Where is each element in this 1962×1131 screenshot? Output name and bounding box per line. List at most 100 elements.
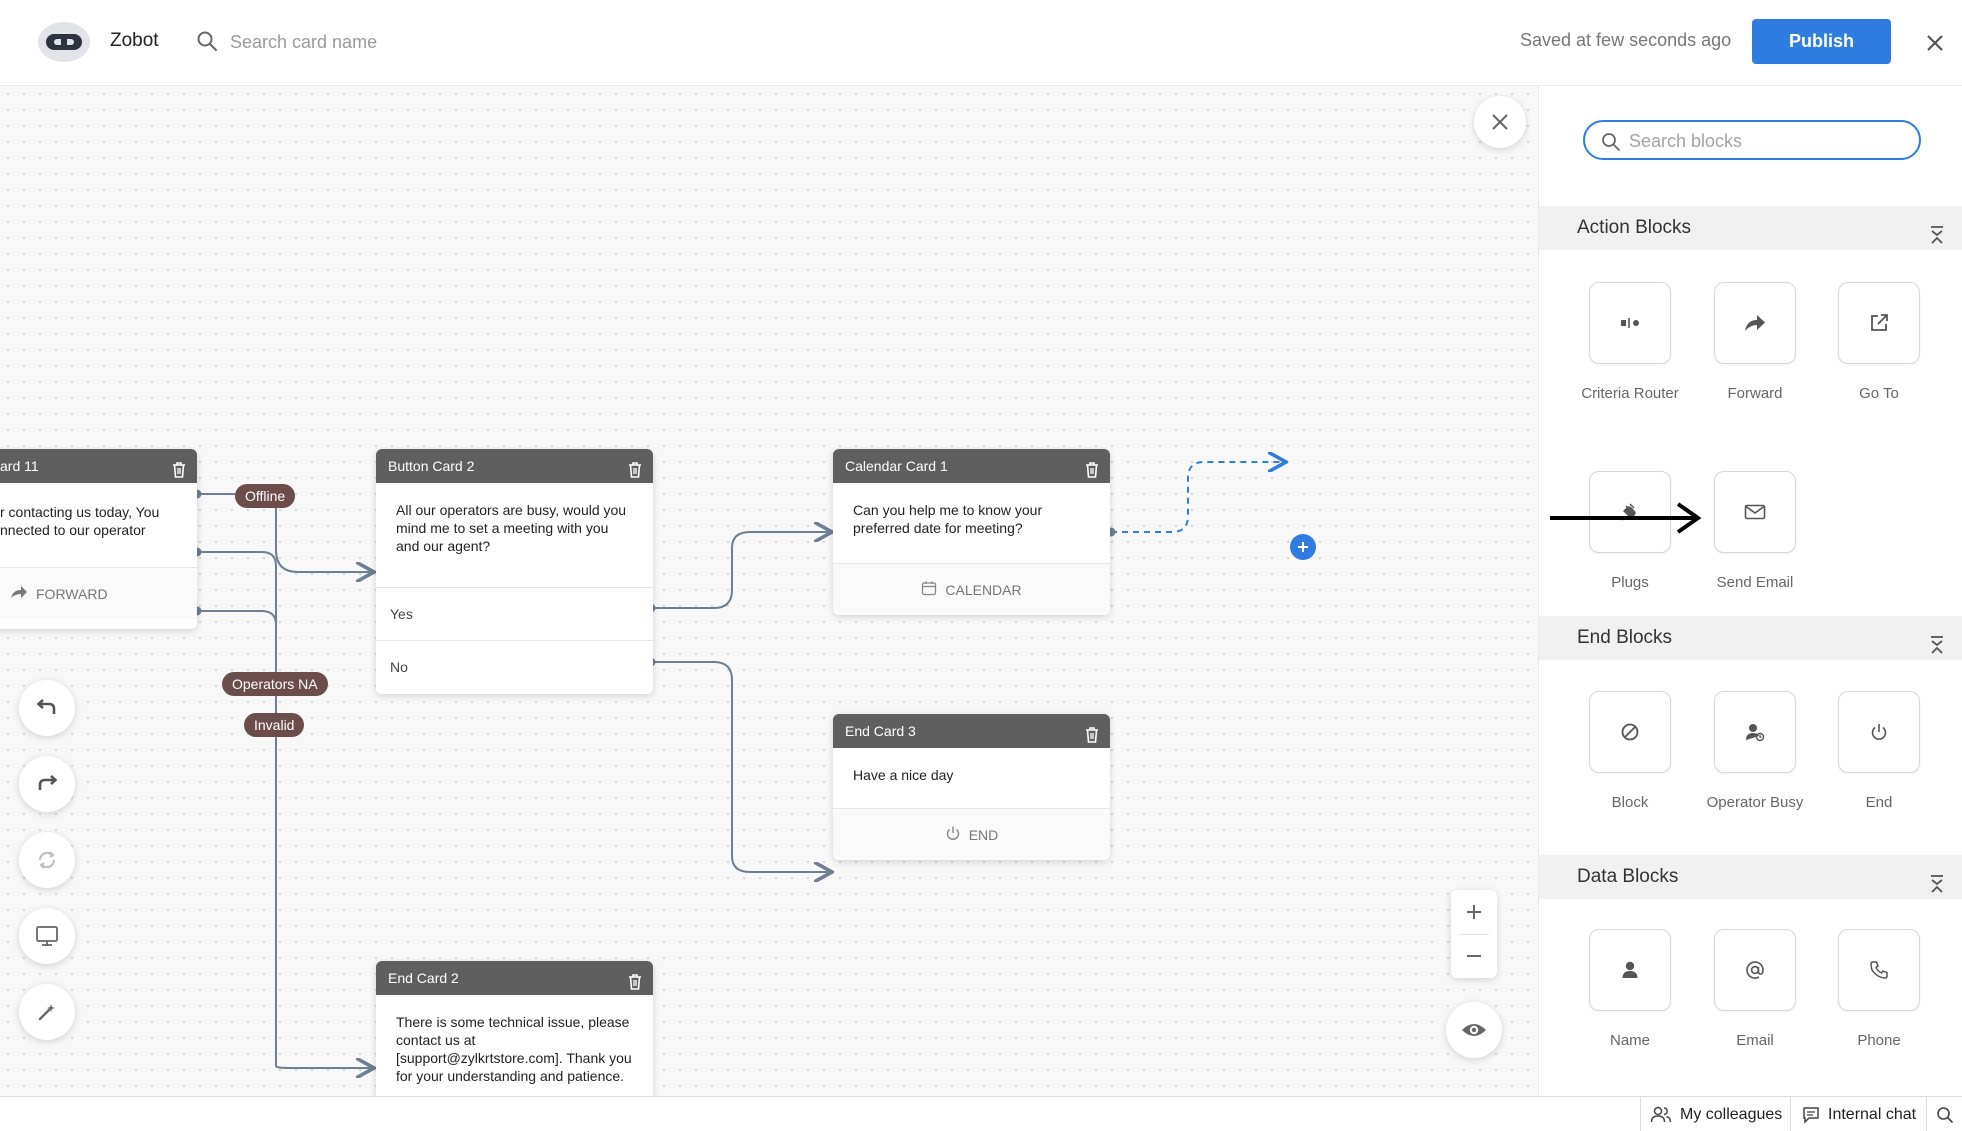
block-label: Forward <box>1727 385 1783 402</box>
trash-icon[interactable] <box>1084 722 1100 756</box>
connector-lines <box>192 86 1538 1096</box>
card-body: Have a nice day <box>853 767 954 783</box>
zoom-controls <box>1451 890 1497 978</box>
card-search[interactable] <box>196 26 516 58</box>
publish-button[interactable]: Publish <box>1752 19 1891 64</box>
block-label: Send Email <box>1716 574 1794 591</box>
divider <box>1926 1097 1927 1131</box>
ban-icon <box>1589 691 1671 773</box>
card-header: Button Card 2 <box>376 449 653 483</box>
block-operator-busy[interactable]: Operator Busy <box>1700 691 1810 812</box>
power-icon <box>945 825 961 844</box>
forward-icon <box>10 585 28 602</box>
collapse-icon[interactable] <box>1929 867 1945 911</box>
block-name[interactable]: Name <box>1575 929 1685 1050</box>
block-block[interactable]: Block <box>1575 691 1685 812</box>
zoom-out-button[interactable] <box>1451 934 1497 978</box>
app-name: Zobot <box>110 30 159 51</box>
trash-icon[interactable] <box>171 457 187 491</box>
card-footer-label: FORWARD <box>36 585 108 602</box>
annotation-arrow-icon <box>1550 502 1702 534</box>
trash-icon[interactable] <box>1084 457 1100 491</box>
calendar-card-1[interactable]: Calendar Card 1 Can you help me to know … <box>833 449 1110 615</box>
close-icon[interactable] <box>1920 28 1950 58</box>
block-label: Go To <box>1859 385 1899 402</box>
button-card-2[interactable]: Button Card 2 All our operators are busy… <box>376 449 653 694</box>
flow-canvas[interactable]: ard 11 r contacting us today, You nnecte… <box>0 86 1538 1096</box>
user-icon <box>1589 929 1671 1011</box>
preview-screen-button[interactable] <box>19 908 75 964</box>
minus-icon <box>1467 955 1481 957</box>
block-label: Phone <box>1857 1032 1901 1049</box>
card-header: End Card 3 <box>833 714 1110 748</box>
zobot-logo-icon <box>38 22 90 62</box>
block-send-email[interactable]: Send Email <box>1700 471 1810 592</box>
card-header: Calendar Card 1 <box>833 449 1110 483</box>
card-header: ard 11 <box>0 449 197 483</box>
refresh-icon <box>38 851 56 869</box>
canvas-close-button[interactable] <box>1474 96 1526 148</box>
close-icon <box>1492 114 1508 130</box>
card-11[interactable]: ard 11 r contacting us today, You nnecte… <box>0 449 197 629</box>
divider <box>1790 1097 1791 1131</box>
operator-busy-icon <box>1714 691 1796 773</box>
trash-icon[interactable] <box>627 457 643 491</box>
block-email[interactable]: Email <box>1700 929 1810 1050</box>
eye-icon <box>1462 1024 1486 1036</box>
search-card-input[interactable] <box>230 26 510 58</box>
block-label: Block <box>1611 794 1649 811</box>
end-card-2[interactable]: End Card 2 There is some technical issue… <box>376 961 653 1096</box>
my-colleagues-button[interactable]: My colleagues <box>1650 1097 1782 1131</box>
section-action-blocks[interactable]: Action Blocks <box>1539 206 1962 250</box>
search-icon <box>197 31 217 51</box>
mail-icon <box>1714 471 1796 553</box>
add-node-button[interactable] <box>1290 534 1316 560</box>
section-data-blocks[interactable]: Data Blocks <box>1539 855 1962 899</box>
internal-chat-button[interactable]: Internal chat <box>1802 1097 1916 1131</box>
tag-offline[interactable]: Offline <box>235 484 296 508</box>
block-label: Criteria Router <box>1581 385 1679 402</box>
tag-operators-na[interactable]: Operators NA <box>222 672 328 696</box>
chat-icon <box>1803 1106 1819 1124</box>
card-footer-label: END <box>968 826 999 843</box>
top-bar: Zobot Saved at few seconds ago Publish <box>0 0 1962 86</box>
at-sign-icon <box>1714 929 1796 1011</box>
search-icon <box>1937 1106 1954 1123</box>
block-forward[interactable]: Forward <box>1700 282 1810 403</box>
end-card-3[interactable]: End Card 3 Have a nice day END <box>833 714 1110 860</box>
preview-button[interactable] <box>1446 1002 1502 1058</box>
collapse-icon[interactable] <box>1929 628 1945 672</box>
section-end-blocks[interactable]: End Blocks <box>1539 616 1962 660</box>
undo-icon <box>36 699 56 714</box>
block-label: Name <box>1609 1032 1650 1049</box>
block-end[interactable]: End <box>1824 691 1934 812</box>
card-footer: FORWARD <box>0 567 197 619</box>
zoom-in-button[interactable] <box>1451 890 1497 934</box>
bottom-search-button[interactable] <box>1936 1097 1954 1131</box>
block-label: Email <box>1736 1032 1774 1049</box>
card-body: There is some technical issue, please co… <box>396 1014 632 1084</box>
block-phone[interactable]: Phone <box>1824 929 1934 1050</box>
option-yes[interactable]: Yes <box>376 587 653 640</box>
undo-button[interactable] <box>19 680 75 736</box>
monitor-icon <box>36 926 58 946</box>
magic-wand-button[interactable] <box>19 984 75 1040</box>
block-go-to[interactable]: Go To <box>1824 282 1934 403</box>
block-search[interactable] <box>1583 120 1921 160</box>
option-no[interactable]: No <box>376 640 653 693</box>
refresh-button[interactable] <box>19 832 75 888</box>
redo-button[interactable] <box>19 756 75 812</box>
my-colleagues-label: My colleagues <box>1680 1105 1783 1123</box>
card-title: ard 11 <box>0 458 39 474</box>
trash-icon[interactable] <box>627 969 643 1003</box>
collapse-icon[interactable] <box>1929 218 1945 262</box>
section-title: End Blocks <box>1577 627 1673 648</box>
card-header: End Card 2 <box>376 961 653 995</box>
tag-invalid[interactable]: Invalid <box>244 713 305 737</box>
section-title: Action Blocks <box>1577 217 1692 238</box>
section-title: Data Blocks <box>1577 866 1679 887</box>
search-blocks-input[interactable] <box>1629 128 1909 154</box>
blocks-panel: Action Blocks Criteria Router Forward Go… <box>1538 86 1962 1096</box>
redo-icon <box>38 775 58 790</box>
block-criteria-router[interactable]: Criteria Router <box>1575 282 1685 403</box>
